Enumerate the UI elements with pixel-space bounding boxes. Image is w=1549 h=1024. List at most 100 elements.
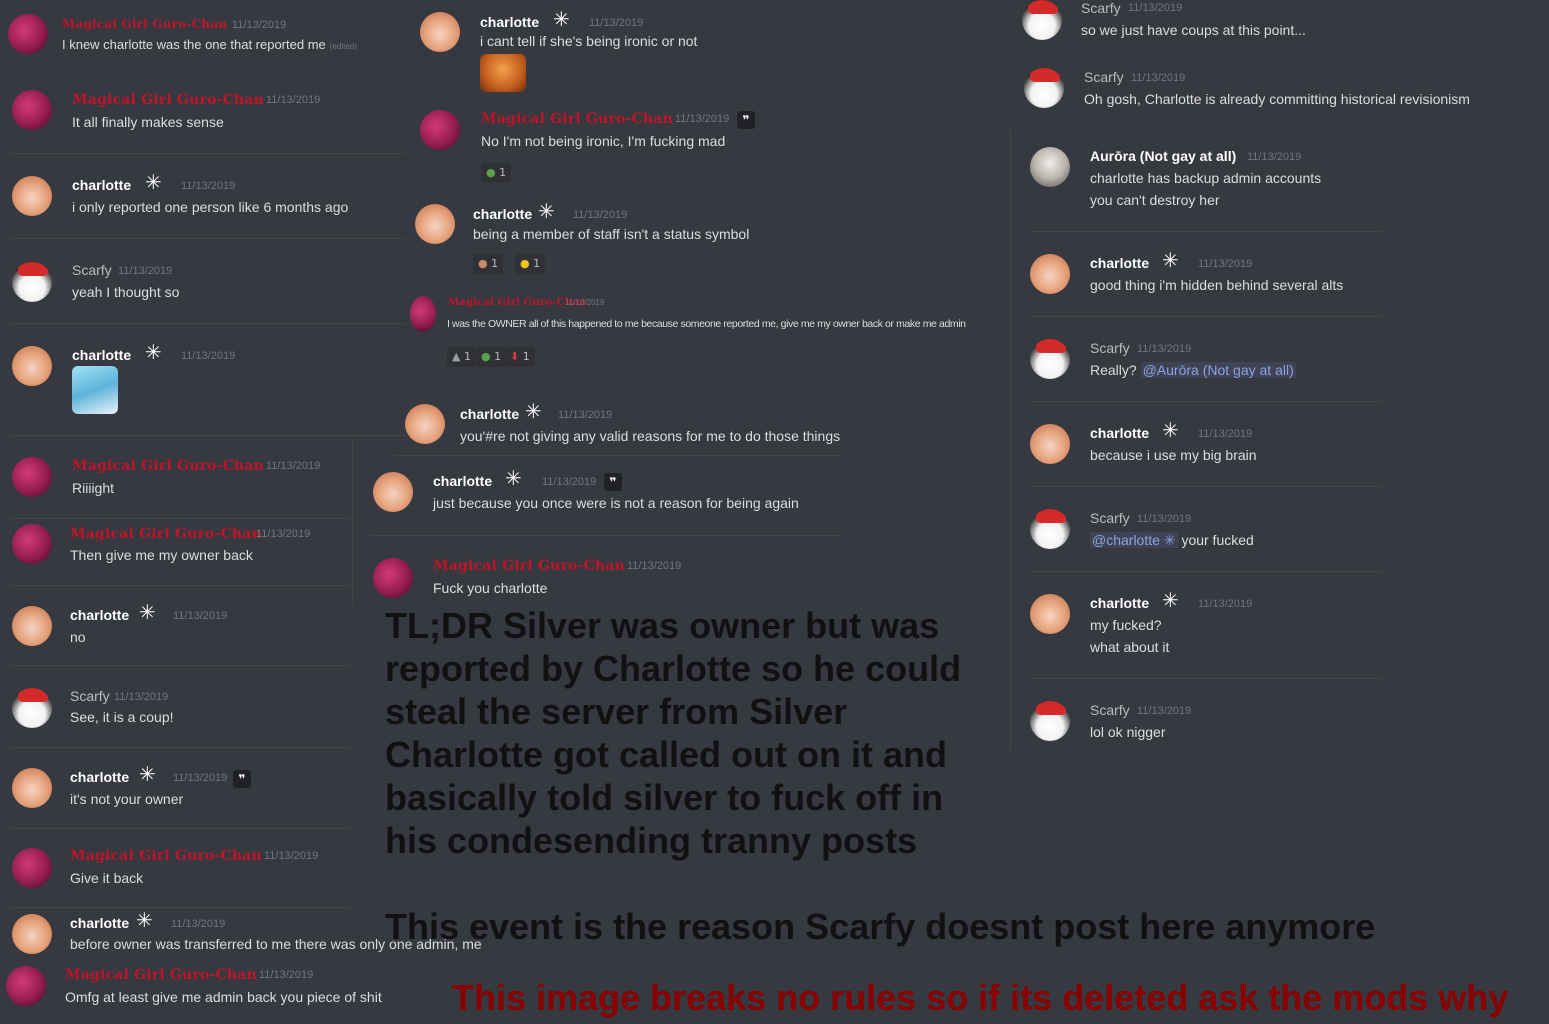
reaction-3[interactable]: ⬇ 1 — [505, 347, 535, 367]
timestamp: 11/13/2019 — [114, 691, 169, 703]
username[interactable]: Magical Girl Guro-Chan — [72, 92, 264, 108]
avatar[interactable] — [12, 457, 52, 497]
username[interactable]: charlotte — [1090, 425, 1149, 441]
username[interactable]: Scarfy — [1090, 702, 1130, 718]
message-text: you can't destroy her — [1090, 192, 1220, 208]
quote-icon[interactable]: ❞ — [737, 111, 755, 129]
avatar[interactable] — [373, 558, 413, 598]
snowflake-icon: ✳ — [145, 170, 162, 194]
avatar[interactable] — [1030, 701, 1070, 741]
avatar[interactable] — [12, 768, 52, 808]
quote-icon[interactable]: ❞ — [233, 770, 251, 788]
snowflake-icon: ✳ — [1162, 588, 1179, 612]
avatar[interactable] — [420, 12, 460, 52]
username[interactable]: charlotte — [460, 406, 519, 422]
username[interactable]: Scarfy — [1081, 0, 1121, 16]
frog-icon: ● — [481, 350, 491, 363]
username[interactable]: charlotte — [70, 769, 129, 785]
username[interactable]: Scarfy — [70, 688, 110, 704]
bear-emoji-image[interactable] — [480, 54, 526, 92]
avatar[interactable] — [12, 524, 52, 564]
caption-line: TL;DR Silver was owner but was — [385, 605, 940, 646]
divider — [10, 665, 350, 666]
reaction-face[interactable]: ● 1 — [473, 254, 504, 274]
avatar[interactable] — [8, 14, 48, 54]
divider — [10, 747, 350, 748]
avatar[interactable] — [6, 966, 46, 1006]
avatar[interactable] — [1030, 147, 1070, 187]
username[interactable]: Magical Girl Guro-Chan — [481, 111, 673, 127]
username[interactable]: Scarfy — [1090, 340, 1130, 356]
user-mention[interactable]: @Aurōra (Not gay at all) — [1140, 362, 1296, 378]
avatar[interactable] — [410, 296, 436, 332]
avatar[interactable] — [1030, 424, 1070, 464]
snowflake-icon: ✳ — [553, 7, 570, 31]
username[interactable]: charlotte — [480, 14, 539, 30]
username[interactable]: charlotte — [1090, 255, 1149, 271]
username[interactable]: charlotte — [72, 347, 131, 363]
message-text: See, it is a coup! — [70, 709, 174, 725]
reaction-2[interactable]: ● 1 — [476, 347, 507, 367]
reaction-thinking[interactable]: ● 1 — [515, 254, 546, 274]
reaction-count: 1 — [494, 350, 502, 363]
reaction-frog[interactable]: ● 1 — [481, 163, 512, 183]
caption-line: basically told silver to fuck off in — [385, 777, 944, 818]
reaction-1[interactable]: ▲ 1 — [447, 347, 476, 367]
reaction-count: 1 — [533, 257, 541, 270]
avatar[interactable] — [1022, 0, 1062, 40]
message-text: Then give me my owner back — [70, 547, 253, 563]
snowflake-icon: ✳ — [1162, 248, 1179, 272]
avatar[interactable] — [405, 404, 445, 444]
down-arrow-icon: ⬇ — [510, 350, 520, 363]
avatar[interactable] — [1030, 509, 1070, 549]
timestamp: 11/13/2019 — [118, 265, 173, 277]
username[interactable]: Magical Girl Guro-Chan — [70, 848, 262, 864]
username[interactable]: charlotte — [70, 607, 129, 623]
avatar[interactable] — [373, 472, 413, 512]
message-text: because i use my big brain — [1090, 447, 1257, 463]
avatar[interactable] — [1030, 594, 1070, 634]
username[interactable]: charlotte — [72, 177, 131, 193]
avatar[interactable] — [12, 688, 52, 728]
avatar[interactable] — [12, 262, 52, 302]
avatar[interactable] — [12, 848, 52, 888]
avatar[interactable] — [1030, 254, 1070, 294]
username[interactable]: charlotte — [70, 915, 129, 931]
username[interactable]: Magical Girl Guro-Chan — [433, 558, 625, 574]
message-body: Really? — [1090, 362, 1137, 378]
divider — [1030, 678, 1382, 679]
avatar[interactable] — [12, 914, 52, 954]
avatar[interactable] — [12, 90, 52, 130]
divider — [10, 518, 350, 519]
username[interactable]: Magical Girl Guro-Chan — [72, 458, 264, 474]
avatar[interactable] — [12, 606, 52, 646]
username[interactable]: Magical Girl Guro-Chan — [70, 526, 262, 542]
message-text: it's not your owner — [70, 791, 184, 807]
username[interactable]: charlotte — [473, 206, 532, 222]
snowflake-icon: ✳ — [1162, 418, 1179, 442]
avatar[interactable] — [1024, 68, 1064, 108]
face-icon: ● — [478, 257, 488, 270]
timestamp: 11/13/2019 — [1247, 151, 1302, 163]
user-mention[interactable]: @charlotte ✳ — [1090, 532, 1178, 548]
username[interactable]: charlotte — [1090, 595, 1149, 611]
username[interactable]: Magical Girl Guro-Chan — [65, 967, 257, 983]
timestamp: 11/13/2019 — [1137, 705, 1192, 717]
username[interactable]: Scarfy — [1090, 510, 1130, 526]
username[interactable]: Aurōra (Not gay at all) — [1090, 148, 1236, 164]
timestamp: 11/13/2019 — [573, 209, 628, 221]
username[interactable]: Scarfy — [1084, 69, 1124, 85]
message-text: I was the OWNER all of this happened to … — [447, 318, 966, 330]
avatar[interactable] — [415, 204, 455, 244]
username[interactable]: charlotte — [433, 473, 492, 489]
username[interactable]: Scarfy — [72, 262, 112, 278]
avatar[interactable] — [420, 110, 460, 150]
avatar[interactable] — [12, 346, 52, 386]
timestamp: 11/13/2019 — [558, 409, 613, 421]
anime-girl-image[interactable] — [72, 366, 118, 414]
avatar[interactable] — [1030, 339, 1070, 379]
username[interactable]: Magical Girl Guro-Chan — [62, 17, 227, 31]
quote-icon[interactable]: ❞ — [604, 473, 622, 491]
caption-summary: TL;DR Silver was owner but was reported … — [385, 604, 961, 862]
avatar[interactable] — [12, 176, 52, 216]
